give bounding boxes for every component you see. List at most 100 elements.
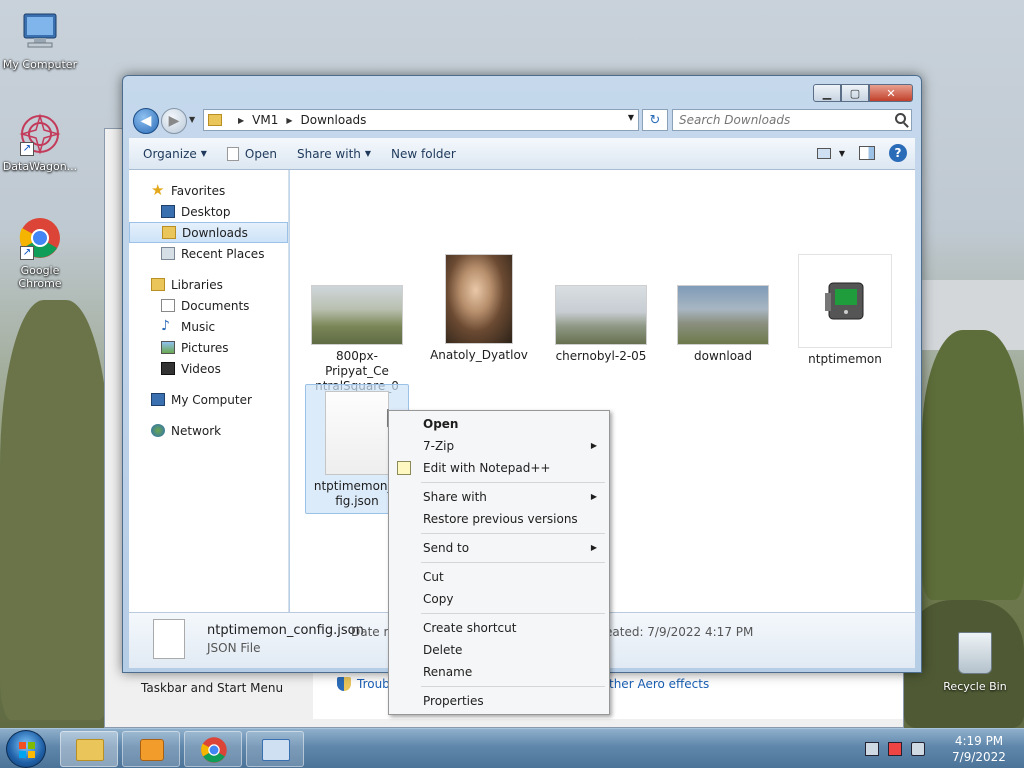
recent-pages-dropdown[interactable]: ▼ bbox=[189, 115, 195, 124]
maximize-button[interactable]: ▢ bbox=[841, 84, 869, 102]
view-icon bbox=[816, 147, 831, 159]
organize-label: Organize bbox=[143, 146, 197, 161]
nav-recent-places[interactable]: Recent Places bbox=[129, 243, 288, 264]
taskbar-start-menu-link[interactable]: Taskbar and Start Menu bbox=[141, 681, 283, 695]
nav-favorites[interactable]: ★ Favorites bbox=[129, 180, 288, 201]
breadcrumb-downloads[interactable]: Downloads bbox=[301, 113, 367, 127]
file-thumbnail bbox=[445, 254, 513, 344]
preview-pane-button[interactable] bbox=[859, 146, 875, 160]
menu-separator bbox=[421, 562, 605, 563]
chrome-icon: ↗ bbox=[18, 216, 62, 260]
desktop-icon-datawagon[interactable]: ↗ DataWagon... bbox=[0, 112, 80, 173]
context-menu-properties[interactable]: Properties bbox=[391, 690, 607, 712]
context-menu-share-with[interactable]: Share with ▶ bbox=[391, 486, 607, 508]
maximize-icon: ▢ bbox=[849, 86, 861, 100]
open-button[interactable]: Open bbox=[217, 138, 287, 169]
refresh-button[interactable]: ↻ bbox=[642, 109, 668, 131]
file-item[interactable]: ntptimemon bbox=[793, 254, 897, 367]
help-icon[interactable]: ? bbox=[889, 144, 907, 162]
desktop-icon-recycle-bin[interactable]: Recycle Bin bbox=[940, 632, 1010, 693]
context-menu-rename[interactable]: Rename bbox=[391, 661, 607, 683]
desktop-icon-label: Google Chrome bbox=[18, 264, 62, 290]
chevron-down-icon: ▼ bbox=[200, 149, 207, 158]
navigation-pane: ★ Favorites Desktop Downloads Recent Pla… bbox=[129, 170, 289, 612]
desktop-icon-chrome[interactable]: ↗ Google Chrome bbox=[0, 216, 80, 290]
taskbar-chrome[interactable] bbox=[184, 731, 242, 767]
nav-my-computer[interactable]: My Computer bbox=[129, 389, 288, 410]
file-item[interactable]: Anatoly_Dyatlov bbox=[427, 254, 531, 363]
back-button[interactable]: ◀ bbox=[133, 108, 159, 134]
troubleshoot-link[interactable]: Troub bbox=[357, 677, 390, 691]
caption-buttons: ▁ ▢ ✕ bbox=[813, 84, 913, 102]
context-menu-send-to[interactable]: Send to ▶ bbox=[391, 537, 607, 559]
organize-button[interactable]: Organize ▼ bbox=[129, 138, 217, 169]
details-file-type: JSON File bbox=[207, 641, 261, 655]
minimize-button[interactable]: ▁ bbox=[813, 84, 841, 102]
search-input[interactable] bbox=[679, 113, 889, 127]
address-bar[interactable]: ▶ VM1 ▶ Downloads ▼ bbox=[203, 109, 639, 131]
search-icon[interactable] bbox=[895, 113, 906, 124]
desktop-icon-my-computer[interactable]: My Computer bbox=[0, 10, 80, 71]
arrow-right-icon: ▶ bbox=[168, 113, 180, 129]
view-options-button[interactable]: ▼ bbox=[816, 147, 845, 159]
navigation-bar: ◀ ▶ ▼ ▶ VM1 ▶ Downloads ▼ ↻ bbox=[131, 106, 913, 134]
new-folder-button[interactable]: New folder bbox=[381, 138, 466, 169]
file-item[interactable]: download bbox=[671, 285, 775, 364]
breadcrumb-separator-icon[interactable]: ▶ bbox=[286, 116, 292, 125]
new-folder-label: New folder bbox=[391, 146, 456, 161]
breadcrumb-vm1[interactable]: VM1 bbox=[252, 113, 278, 127]
clock-date: 7/9/2022 bbox=[952, 750, 1006, 764]
aero-effects-link[interactable]: ther Aero effects bbox=[609, 677, 709, 691]
context-menu-7zip[interactable]: 7-Zip ▶ bbox=[391, 435, 607, 457]
taskbar-control-panel[interactable] bbox=[246, 731, 304, 767]
context-menu-open[interactable]: Open bbox=[391, 413, 607, 435]
forward-button[interactable]: ▶ bbox=[161, 108, 187, 134]
nav-music-label: Music bbox=[181, 319, 216, 334]
context-menu-restore-previous[interactable]: Restore previous versions bbox=[391, 508, 607, 530]
share-with-button[interactable]: Share with ▼ bbox=[287, 138, 381, 169]
start-button[interactable] bbox=[6, 730, 46, 768]
action-center-flag-icon[interactable] bbox=[888, 742, 902, 756]
file-thumbnail bbox=[677, 285, 769, 345]
context-menu-edit-notepad-label: Edit with Notepad++ bbox=[423, 461, 551, 475]
downloads-folder-icon bbox=[162, 226, 176, 239]
search-box[interactable] bbox=[672, 109, 912, 131]
nav-pictures[interactable]: Pictures bbox=[129, 337, 288, 358]
file-item[interactable]: chernobyl-2-05 bbox=[549, 285, 653, 364]
network-tray-icon[interactable] bbox=[865, 742, 879, 756]
open-label: Open bbox=[244, 146, 277, 161]
clock[interactable]: 4:19 PM 7/9/2022 bbox=[944, 733, 1014, 765]
context-menu-delete[interactable]: Delete bbox=[391, 639, 607, 661]
desktop-icon-label: My Computer bbox=[2, 58, 78, 71]
nav-desktop-label: Desktop bbox=[181, 204, 231, 219]
breadcrumb-separator-icon[interactable]: ▶ bbox=[238, 116, 244, 125]
nav-desktop[interactable]: Desktop bbox=[129, 201, 288, 222]
taskbar-media-player[interactable] bbox=[122, 731, 180, 767]
context-menu-share-with-label: Share with bbox=[423, 490, 487, 504]
close-button[interactable]: ✕ bbox=[869, 84, 913, 102]
nav-music[interactable]: ♪ Music bbox=[129, 316, 288, 337]
address-dropdown-icon[interactable]: ▼ bbox=[628, 113, 634, 122]
file-item[interactable]: 800px-Pripyat_Ce ntralSquare_0 bbox=[305, 285, 409, 394]
nav-downloads[interactable]: Downloads bbox=[129, 222, 288, 243]
nav-documents[interactable]: Documents bbox=[129, 295, 288, 316]
nav-videos[interactable]: Videos bbox=[129, 358, 288, 379]
nav-network[interactable]: Network bbox=[129, 420, 288, 441]
context-menu-copy[interactable]: Copy bbox=[391, 588, 607, 610]
context-menu-cut[interactable]: Cut bbox=[391, 566, 607, 588]
document-icon bbox=[153, 619, 185, 659]
toolbar-right-group: ▼ ? bbox=[816, 144, 907, 162]
pictures-icon bbox=[161, 341, 175, 354]
nav-libraries[interactable]: Libraries bbox=[129, 274, 288, 295]
file-name: Anatoly_Dyatlov bbox=[430, 348, 528, 362]
context-menu-edit-notepad[interactable]: Edit with Notepad++ bbox=[391, 457, 607, 479]
close-icon: ✕ bbox=[886, 86, 896, 100]
volume-icon[interactable] bbox=[911, 742, 925, 756]
documents-icon bbox=[161, 299, 175, 312]
context-menu: Open 7-Zip ▶ Edit with Notepad++ Share w… bbox=[388, 410, 610, 715]
nav-documents-label: Documents bbox=[181, 298, 250, 313]
taskbar-explorer[interactable] bbox=[60, 731, 118, 767]
context-menu-create-shortcut[interactable]: Create shortcut bbox=[391, 617, 607, 639]
file-name: download bbox=[693, 349, 753, 363]
recent-places-icon bbox=[161, 247, 175, 260]
